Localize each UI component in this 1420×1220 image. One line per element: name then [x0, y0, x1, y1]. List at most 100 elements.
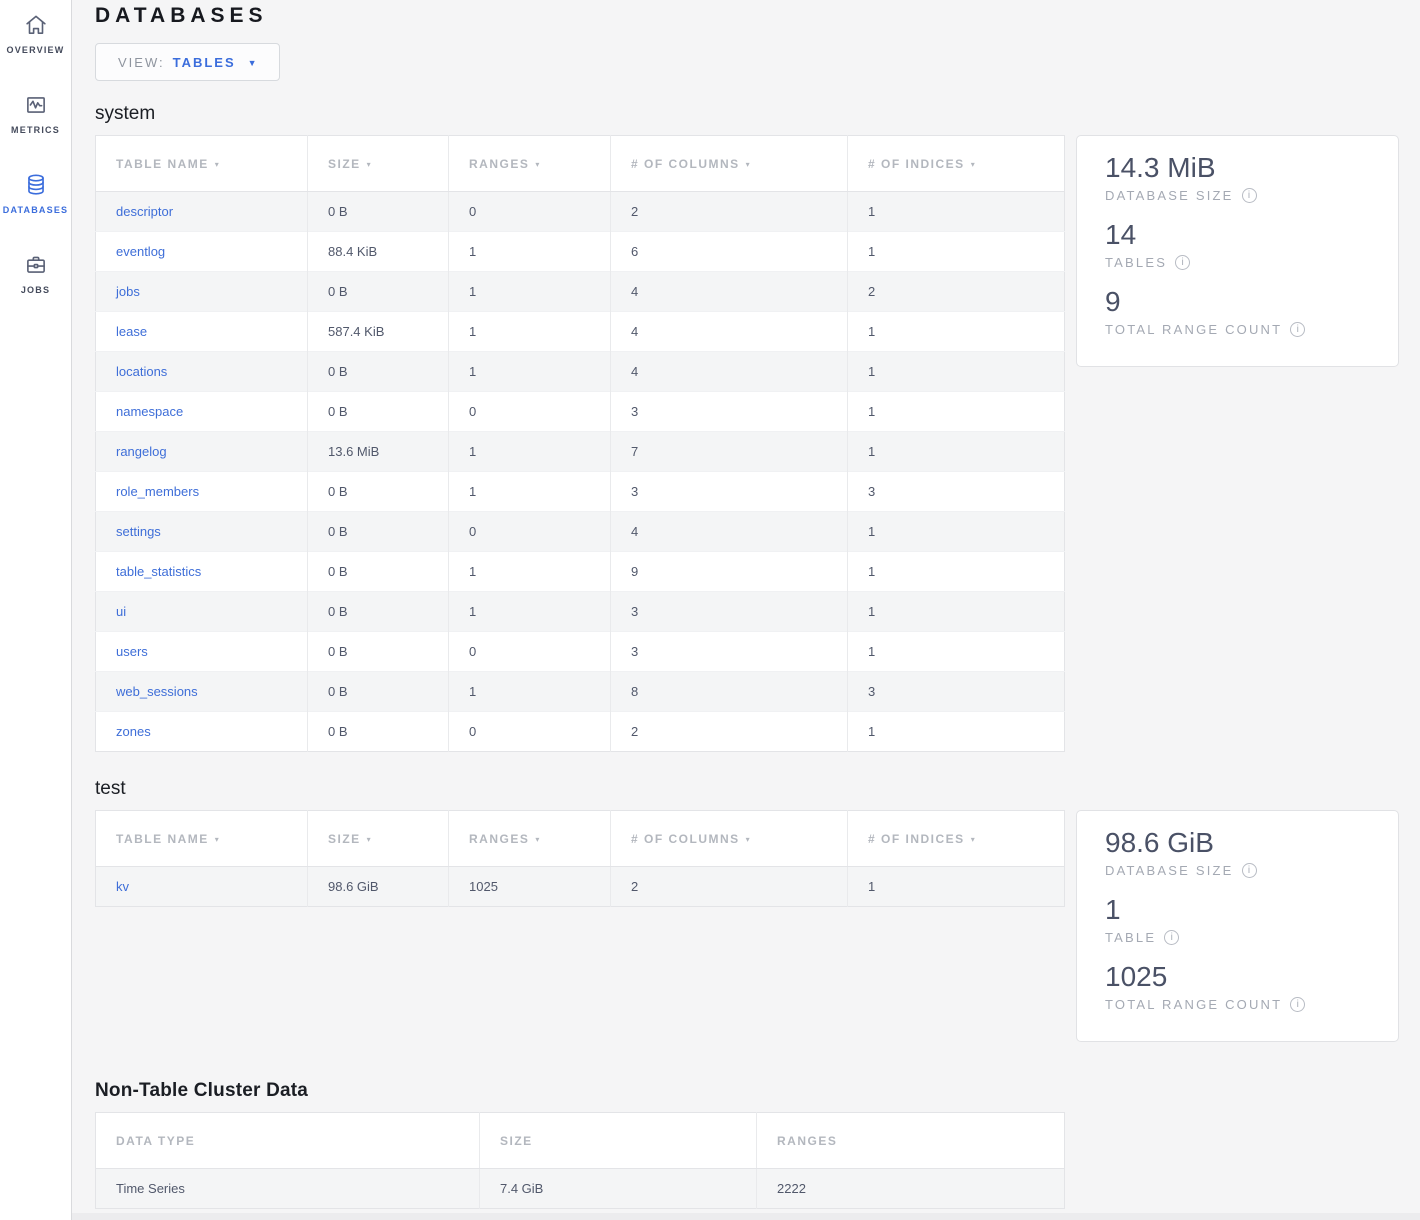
- sidebar-item-databases[interactable]: DATABASES: [0, 166, 71, 246]
- cell: 1: [449, 272, 611, 312]
- non-table-cluster-data-table: DATA TYPESIZERANGESTime Series7.4 GiB222…: [95, 1112, 1065, 1209]
- cell: 3: [848, 672, 1065, 712]
- table-link[interactable]: web_sessions: [116, 684, 198, 699]
- table-link[interactable]: locations: [116, 364, 167, 379]
- cell: 88.4 KiB: [308, 232, 449, 272]
- cell: 0 B: [308, 672, 449, 712]
- stat-label: TABLE: [1105, 930, 1156, 945]
- cell: jobs: [96, 272, 308, 312]
- sort-arrow-icon: ▾: [367, 835, 373, 844]
- table-row: descriptor0 B021: [96, 192, 1065, 232]
- column-header-ranges[interactable]: RANGES▾: [449, 811, 611, 867]
- column-header-ranges[interactable]: RANGES▾: [449, 136, 611, 192]
- view-selector-dropdown[interactable]: VIEW: TABLES ▼: [95, 43, 280, 81]
- column-header-of-columns[interactable]: # OF COLUMNS▾: [611, 811, 848, 867]
- column-header-of-columns[interactable]: # OF COLUMNS▾: [611, 136, 848, 192]
- info-icon[interactable]: i: [1164, 930, 1179, 945]
- table-link[interactable]: namespace: [116, 404, 183, 419]
- cell: 1: [848, 712, 1065, 752]
- cell: 3: [611, 592, 848, 632]
- cell: Time Series: [96, 1169, 480, 1209]
- cell: 1: [449, 352, 611, 392]
- table-link[interactable]: users: [116, 644, 148, 659]
- table-link[interactable]: jobs: [116, 284, 140, 299]
- cell: 0 B: [308, 552, 449, 592]
- sidebar-item-jobs[interactable]: JOBS: [0, 246, 71, 326]
- info-icon[interactable]: i: [1242, 863, 1257, 878]
- column-header-table-name[interactable]: TABLE NAME▾: [96, 811, 308, 867]
- cell: 1: [848, 432, 1065, 472]
- stat-label: DATABASE SIZE: [1105, 188, 1234, 203]
- cell: 0: [449, 512, 611, 552]
- cell: kv: [96, 867, 308, 907]
- table-link[interactable]: zones: [116, 724, 151, 739]
- stat-value: 1: [1105, 893, 1370, 926]
- info-icon[interactable]: i: [1290, 322, 1305, 337]
- section-system: TABLE NAME▾SIZE▾RANGES▾# OF COLUMNS▾# OF…: [95, 135, 1420, 752]
- stat-value: 9: [1105, 285, 1370, 318]
- sidebar-item-overview[interactable]: OVERVIEW: [0, 6, 71, 86]
- cell: 1: [449, 312, 611, 352]
- cell: 0: [449, 392, 611, 432]
- table-link[interactable]: ui: [116, 604, 126, 619]
- cell: 1: [848, 352, 1065, 392]
- table-row: web_sessions0 B183: [96, 672, 1065, 712]
- table-header-row: DATA TYPESIZERANGES: [96, 1113, 1065, 1169]
- cell: 13.6 MiB: [308, 432, 449, 472]
- cell: eventlog: [96, 232, 308, 272]
- cell: 1: [848, 192, 1065, 232]
- column-header-table-name[interactable]: TABLE NAME▾: [96, 136, 308, 192]
- sidebar-item-metrics[interactable]: METRICS: [0, 86, 71, 166]
- cell: 7: [611, 432, 848, 472]
- database-icon: [23, 172, 49, 198]
- main-content: DATABASES VIEW: TABLES ▼ system TABLE NA…: [72, 0, 1420, 1220]
- column-header-of-indices[interactable]: # OF INDICES▾: [848, 811, 1065, 867]
- column-header-size[interactable]: SIZE▾: [308, 811, 449, 867]
- view-selector-value: TABLES: [173, 55, 236, 70]
- range-count-stat: 1025 TOTAL RANGE COUNT i: [1105, 960, 1370, 1012]
- stat-label: TOTAL RANGE COUNT: [1105, 997, 1282, 1012]
- sort-arrow-icon: ▾: [215, 835, 221, 844]
- table-row: kv98.6 GiB102521: [96, 867, 1065, 907]
- table-link[interactable]: rangelog: [116, 444, 167, 459]
- table-row: ui0 B131: [96, 592, 1065, 632]
- table-link[interactable]: descriptor: [116, 204, 173, 219]
- cell: 1: [449, 672, 611, 712]
- cell: 0 B: [308, 272, 449, 312]
- sort-arrow-icon: ▾: [971, 160, 977, 169]
- table-link[interactable]: kv: [116, 879, 129, 894]
- table-row: settings0 B041: [96, 512, 1065, 552]
- cell: 3: [611, 632, 848, 672]
- cell: 2222: [757, 1169, 1065, 1209]
- info-icon[interactable]: i: [1175, 255, 1190, 270]
- cell: 1: [848, 632, 1065, 672]
- summary-card-test: 98.6 GiB DATABASE SIZE i 1 TABLE i 1025 …: [1076, 810, 1399, 1042]
- table-link[interactable]: role_members: [116, 484, 199, 499]
- tables-list-test: TABLE NAME▾SIZE▾RANGES▾# OF COLUMNS▾# OF…: [95, 810, 1065, 907]
- cell: 1: [848, 552, 1065, 592]
- cell: 3: [611, 472, 848, 512]
- table-link[interactable]: table_statistics: [116, 564, 201, 579]
- table-link[interactable]: settings: [116, 524, 161, 539]
- range-count-stat: 9 TOTAL RANGE COUNT i: [1105, 285, 1370, 337]
- column-header-size[interactable]: SIZE▾: [308, 136, 449, 192]
- cell: 0 B: [308, 632, 449, 672]
- cell: 2: [848, 272, 1065, 312]
- table-row: eventlog88.4 KiB161: [96, 232, 1065, 272]
- column-header-of-indices[interactable]: # OF INDICES▾: [848, 136, 1065, 192]
- table-link[interactable]: eventlog: [116, 244, 165, 259]
- table-row: table_statistics0 B191: [96, 552, 1065, 592]
- info-icon[interactable]: i: [1290, 997, 1305, 1012]
- cell: 0 B: [308, 712, 449, 752]
- metrics-icon: [23, 92, 49, 118]
- cell: 1: [848, 392, 1065, 432]
- database-heading-system: system: [95, 103, 1420, 125]
- cell: 2: [611, 192, 848, 232]
- table-link[interactable]: lease: [116, 324, 147, 339]
- table-row: zones0 B021: [96, 712, 1065, 752]
- cell: 0: [449, 192, 611, 232]
- column-header-size: SIZE: [480, 1113, 757, 1169]
- info-icon[interactable]: i: [1242, 188, 1257, 203]
- cell: 1: [449, 432, 611, 472]
- tables-list-system: TABLE NAME▾SIZE▾RANGES▾# OF COLUMNS▾# OF…: [95, 135, 1065, 752]
